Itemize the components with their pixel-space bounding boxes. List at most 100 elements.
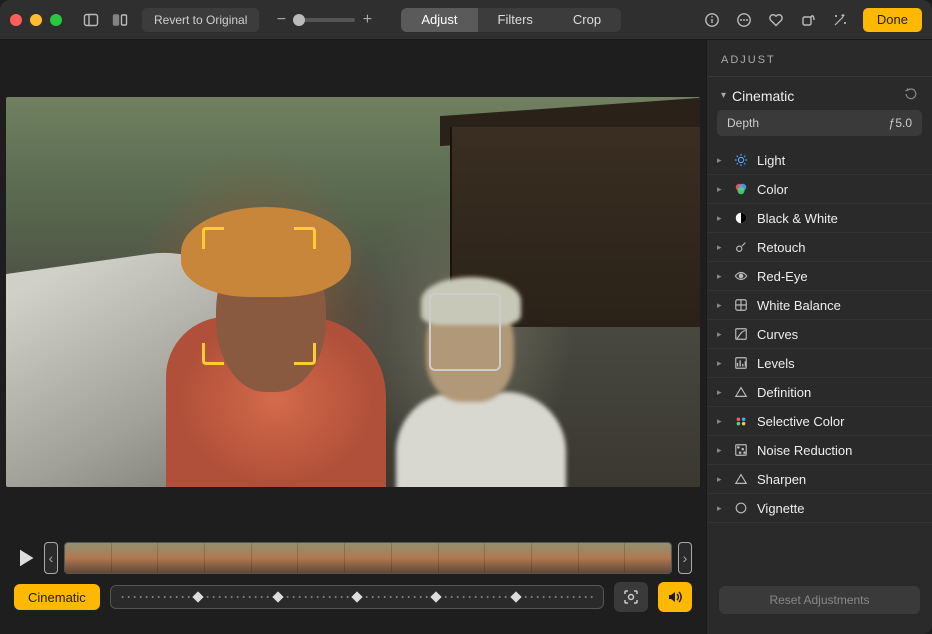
adjustment-label: Sharpen	[757, 472, 918, 487]
chevron-right-icon: ▸	[717, 271, 725, 282]
adjustment-sharpen[interactable]: ▸Sharpen	[707, 465, 932, 494]
filmstrip-frame[interactable]	[112, 543, 159, 573]
filmstrip-frame[interactable]	[298, 543, 345, 573]
filmstrip-frame[interactable]	[65, 543, 112, 573]
focus-keyframe[interactable]	[351, 591, 362, 602]
focus-track-segment	[119, 596, 198, 598]
adjustment-redeye[interactable]: ▸Red-Eye	[707, 262, 932, 291]
chevron-right-icon: ▸	[717, 300, 725, 311]
chevron-right-icon: ▸	[717, 416, 725, 427]
audio-button[interactable]	[658, 582, 692, 612]
zoom-out-button[interactable]: −	[275, 11, 287, 29]
fullscreen-window-button[interactable]	[50, 14, 62, 26]
color-icon	[733, 181, 749, 197]
focus-track-segment	[516, 596, 595, 598]
sharpen-icon	[733, 471, 749, 487]
redeye-icon	[733, 268, 749, 284]
bw-icon	[733, 210, 749, 226]
cinematic-section-header[interactable]: ▾ Cinematic	[707, 77, 932, 110]
zoom-control: − +	[275, 11, 373, 29]
adjustment-retouch[interactable]: ▸Retouch	[707, 233, 932, 262]
filmstrip[interactable]	[64, 542, 672, 574]
focus-keyframe[interactable]	[431, 591, 442, 602]
adjustment-bw[interactable]: ▸Black & White	[707, 204, 932, 233]
filmstrip-frame[interactable]	[392, 543, 439, 573]
filmstrip-frame[interactable]	[252, 543, 299, 573]
depth-label: Depth	[727, 116, 759, 130]
filmstrip-frame[interactable]	[532, 543, 579, 573]
filmstrip-frame[interactable]	[345, 543, 392, 573]
secondary-focus-box[interactable]	[429, 293, 501, 371]
revert-to-original-button[interactable]: Revert to Original	[142, 8, 259, 32]
chevron-right-icon: ▸	[717, 155, 725, 166]
tab-adjust[interactable]: Adjust	[401, 8, 477, 32]
adjustment-label: White Balance	[757, 298, 918, 313]
adjustment-label: Definition	[757, 385, 918, 400]
adjustment-levels[interactable]: ▸Levels	[707, 349, 932, 378]
focus-keyframe[interactable]	[193, 591, 204, 602]
reset-adjustments-button[interactable]: Reset Adjustments	[719, 586, 920, 614]
tab-filters[interactable]: Filters	[478, 8, 553, 32]
zoom-slider[interactable]	[293, 18, 355, 22]
reset-cinematic-icon[interactable]	[904, 87, 918, 104]
adjustment-light[interactable]: ▸Light	[707, 146, 932, 175]
zoom-in-button[interactable]: +	[361, 11, 373, 29]
adjustment-selective-color[interactable]: ▸ Selective Color	[707, 407, 932, 436]
vignette-icon	[733, 500, 749, 516]
edit-mode-tabs: Adjust Filters Crop	[401, 8, 621, 32]
chevron-right-icon: ▸	[717, 387, 725, 398]
video-viewer[interactable]	[6, 97, 700, 487]
chevron-right-icon: ▸	[717, 503, 725, 514]
trim-start-handle[interactable]: ‹	[44, 542, 58, 574]
minimize-window-button[interactable]	[30, 14, 42, 26]
timeline-area: ‹ › Cinematic	[0, 534, 706, 634]
done-button[interactable]: Done	[863, 8, 922, 32]
focus-lock-button[interactable]	[614, 582, 648, 612]
cinematic-focus-track[interactable]	[110, 585, 604, 609]
filmstrip-frame[interactable]	[158, 543, 205, 573]
titlebar: Revert to Original − + Adjust Filters Cr…	[0, 0, 932, 40]
compare-original-button[interactable]	[110, 8, 130, 32]
filmstrip-frame[interactable]	[439, 543, 486, 573]
chevron-right-icon: ▸	[717, 445, 725, 456]
adjustment-label: Vignette	[757, 501, 918, 516]
adjustment-label: Selective Color	[757, 414, 918, 429]
sidebar-toggle-button[interactable]	[78, 8, 104, 32]
play-button[interactable]	[14, 546, 38, 570]
chevron-right-icon: ▸	[717, 184, 725, 195]
focus-keyframe[interactable]	[510, 591, 521, 602]
trim-end-handle[interactable]: ›	[678, 542, 692, 574]
tab-crop[interactable]: Crop	[553, 8, 621, 32]
adjustment-definition[interactable]: ▸ Definition	[707, 378, 932, 407]
adjustment-color[interactable]: ▸Color	[707, 175, 932, 204]
adjustments-list: ▸Light▸Color▸Black & White▸Retouch▸Red-E…	[707, 142, 932, 523]
focus-track-segment	[278, 596, 357, 598]
adjust-sidebar: ADJUST ▾ Cinematic Depth ƒ5.0 ▸Light▸Col…	[706, 40, 932, 634]
filmstrip-frame[interactable]	[625, 543, 671, 573]
focus-keyframe[interactable]	[272, 591, 283, 602]
primary-focus-box[interactable]	[202, 227, 316, 365]
cinematic-section-label: Cinematic	[732, 88, 898, 104]
auto-enhance-button[interactable]	[827, 8, 853, 32]
cinematic-mode-button[interactable]: Cinematic	[14, 584, 100, 610]
zoom-slider-knob[interactable]	[293, 14, 305, 26]
light-icon	[733, 152, 749, 168]
adjustment-curves[interactable]: ▸Curves	[707, 320, 932, 349]
info-button[interactable]	[699, 8, 725, 32]
noise-reduction-icon	[733, 442, 749, 458]
depth-value: ƒ5.0	[889, 116, 912, 130]
filmstrip-frame[interactable]	[485, 543, 532, 573]
adjustment-noise-reduction[interactable]: ▸Noise Reduction	[707, 436, 932, 465]
rotate-button[interactable]	[795, 8, 821, 32]
close-window-button[interactable]	[10, 14, 22, 26]
main-area: ‹ › Cinematic	[0, 40, 706, 634]
adjustment-white-balance[interactable]: ▸ White Balance	[707, 291, 932, 320]
depth-row[interactable]: Depth ƒ5.0	[717, 110, 922, 136]
filmstrip-frame[interactable]	[579, 543, 626, 573]
more-button[interactable]	[731, 8, 757, 32]
scene-decor	[396, 392, 566, 487]
favorite-button[interactable]	[763, 8, 789, 32]
filmstrip-frame[interactable]	[205, 543, 252, 573]
levels-icon	[733, 355, 749, 371]
adjustment-vignette[interactable]: ▸ Vignette	[707, 494, 932, 523]
